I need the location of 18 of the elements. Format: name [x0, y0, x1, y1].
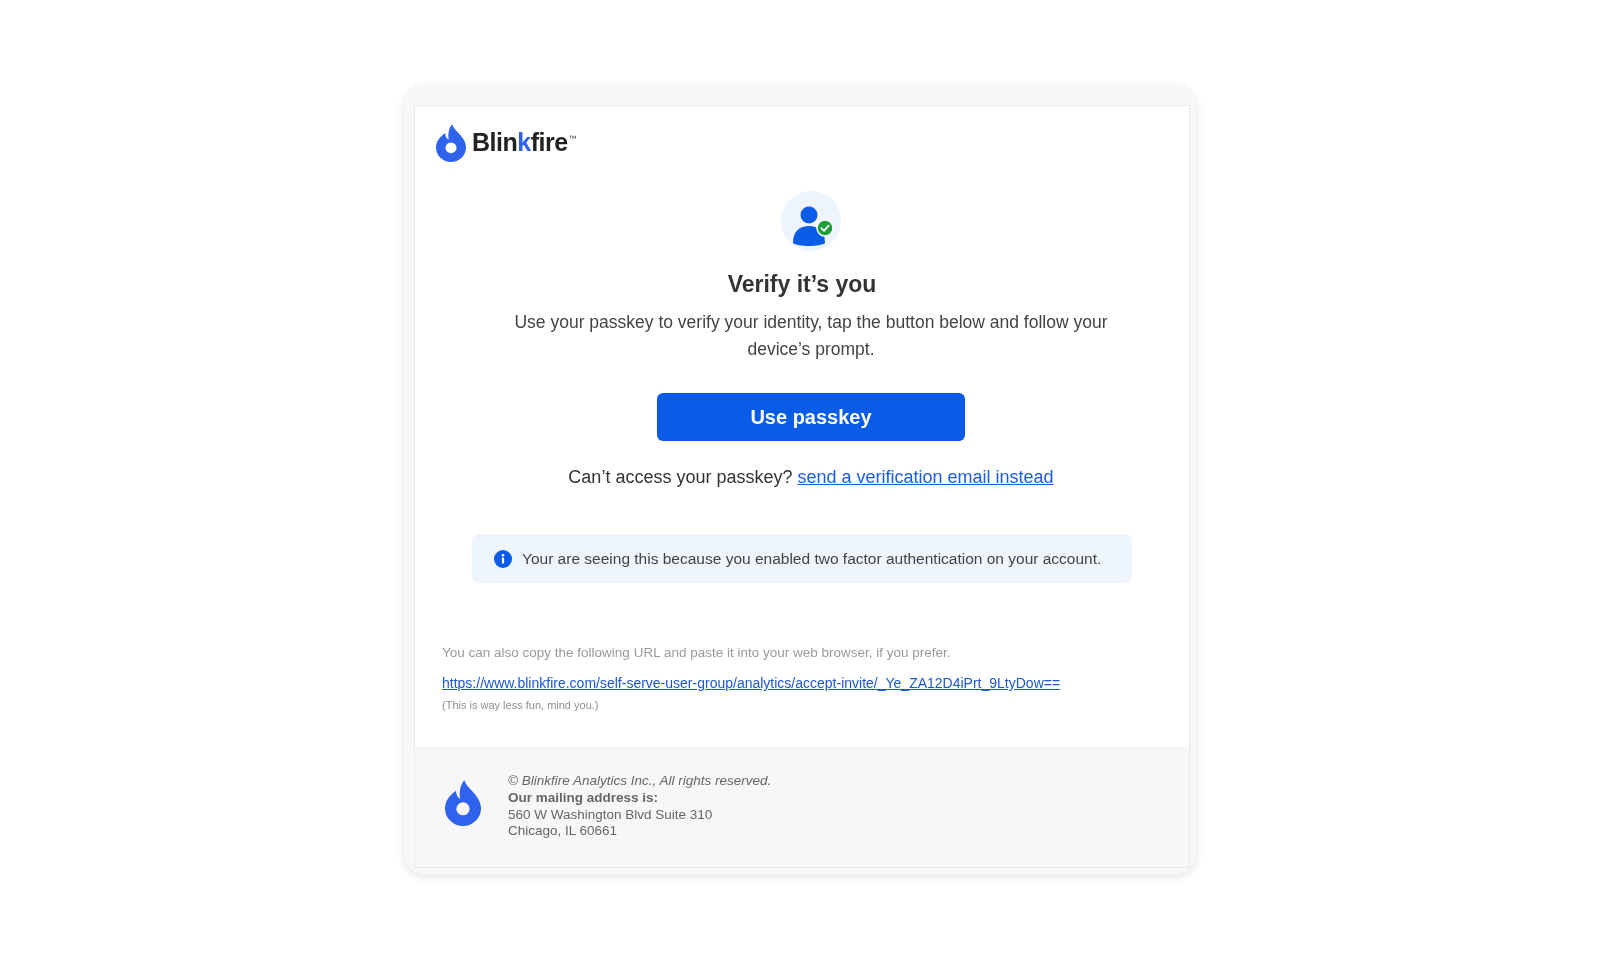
- verification-email-link[interactable]: send a verification email instead: [797, 467, 1054, 488]
- user-verified-icon: [781, 191, 841, 252]
- footer-text: 560 W Washington Blvd Suite 310: [508, 806, 714, 824]
- footer-text: Chicago, IL 60661: [508, 823, 619, 840]
- fallback-text: Can’t access your passkey? send a verification email instead: [568, 466, 1054, 490]
- logo-wordmark: Blinkfire$^{™}$: [472, 128, 577, 158]
- footer-text: © Blinkfire Analytics Inc., All rights reserved.: [508, 773, 772, 790]
- flame-icon: [445, 780, 481, 827]
- footer-text: Our mailing address is:: [508, 789, 660, 807]
- info-icon: [494, 549, 512, 568]
- copy-url-text: You can also copy the following URL and paste it into your web browser, if you prefer.: [442, 644, 951, 663]
- instruction-text: Use your passkey to verify your identity, tap the button below and follow your device’s prompt.: [513, 311, 1109, 362]
- use-passkey-button[interactable]: Use passkey: [657, 393, 965, 442]
- info-text: Your are seeing this because you enabled two factor authentication on your account.: [522, 549, 1102, 568]
- invite-url-link[interactable]: https://www.blinkfire.com/self-serve-user-group/analytics/accept-invite/_Ye_ZA12D4iPrt_9LtyDow==: [442, 673, 1061, 694]
- flame-icon: [436, 123, 466, 162]
- note-text: (This is way less fun, mind you.): [442, 698, 599, 713]
- page-title: Verify it’s you: [727, 270, 877, 300]
